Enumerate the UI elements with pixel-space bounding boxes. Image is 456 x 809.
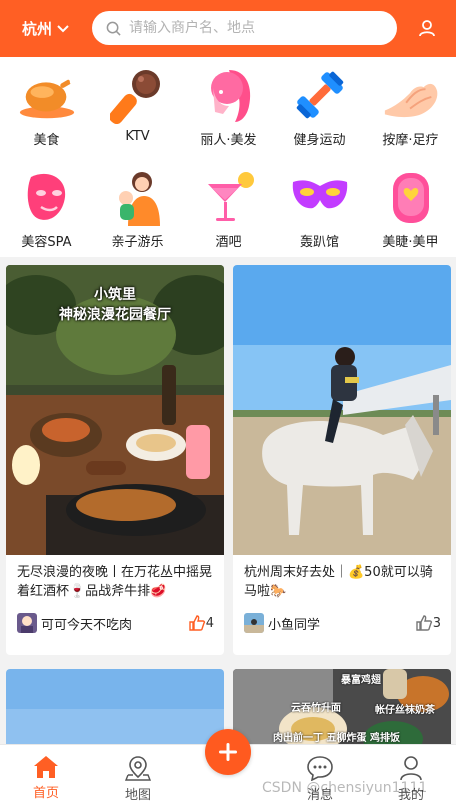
like-button[interactable]: 3: [415, 614, 441, 632]
watermark: CSDN @chensiyun1111: [262, 780, 428, 796]
category-label: 按摩·足疗: [382, 133, 439, 148]
city-label: 杭州: [22, 20, 53, 38]
face-mask-icon: [17, 167, 77, 227]
search-input[interactable]: [129, 20, 379, 36]
category-label: 美容SPA: [21, 235, 72, 250]
category-massage[interactable]: 按摩·足疗: [365, 65, 456, 148]
bottom-tab-bar: 首页 地图 消息 我的: [0, 729, 456, 809]
thumbs-up-icon: [416, 615, 432, 631]
user-icon: [400, 756, 422, 781]
thumbs-up-icon: [189, 615, 205, 631]
category-label: 丽人·美发: [200, 133, 257, 148]
like-count: 4: [205, 615, 214, 631]
avatar[interactable]: [244, 613, 264, 633]
category-spa[interactable]: 美容SPA: [1, 167, 92, 250]
top-header: 杭州: [0, 0, 456, 57]
feed-card-title: 杭州周末好去处｜💰50就可以骑马啦🐎: [244, 565, 433, 599]
like-button[interactable]: 4: [188, 614, 214, 632]
caption-line: 神秘浪漫花园餐厅: [59, 307, 171, 323]
user-icon: [419, 20, 435, 37]
category-family[interactable]: 亲子游乐: [92, 167, 183, 250]
feed-card-footer: 可可今天不吃肉 4: [6, 613, 224, 633]
caption-line: 帐仔丝袜奶茶: [375, 705, 435, 716]
category-label: 美食: [33, 133, 60, 148]
feed-card-image-caption: 小筑里 神秘浪漫花园餐厅: [6, 285, 224, 325]
search-box[interactable]: [92, 11, 397, 45]
feed-card-footer: 小鱼同学 3: [233, 613, 451, 633]
dumbbell-icon: [290, 65, 350, 125]
author-name[interactable]: 小鱼同学: [268, 614, 415, 633]
category-label: 轰趴馆: [299, 235, 339, 250]
city-selector[interactable]: 杭州: [22, 18, 78, 39]
caption-line: 肉出前一丁 五柳炸蛋 鸡排饭: [273, 733, 400, 744]
category-label: 酒吧: [215, 235, 242, 250]
category-fitness[interactable]: 健身运动: [274, 65, 365, 148]
caption-line: 小筑里: [94, 287, 136, 303]
caption-line: 暴富鸡翅: [341, 675, 381, 686]
feed-card-title: 无尽浪漫的夜晚丨在万花丛中摇晃着红酒杯🍷品战斧牛排🥩: [17, 565, 213, 599]
tab-label: 地图: [124, 788, 151, 803]
cocktail-icon: [199, 167, 259, 227]
category-beauty-hair[interactable]: 丽人·美发: [183, 65, 274, 148]
hair-woman-icon: [199, 65, 259, 125]
roast-chicken-icon: [17, 65, 77, 125]
caption-line: 云吞竹升面: [291, 703, 341, 714]
chat-bubble-icon: [307, 756, 333, 781]
category-ktv[interactable]: KTV: [92, 65, 183, 144]
plus-icon: [219, 743, 237, 761]
add-post-button[interactable]: [205, 729, 251, 775]
feed-card-image: [233, 265, 451, 555]
chevron-down-icon: [57, 24, 69, 32]
author-name[interactable]: 可可今天不吃肉: [41, 614, 188, 633]
category-bar[interactable]: 酒吧: [183, 167, 274, 250]
like-count: 3: [432, 615, 441, 631]
category-grid: 美食 KTV 丽人·美发 健身运动 按摩·足疗 美容SPA 亲子游乐 酒吧 轰趴…: [0, 57, 456, 257]
category-party[interactable]: 轰趴馆: [274, 167, 365, 250]
map-pin-icon: [125, 756, 151, 781]
user-button[interactable]: [416, 17, 438, 39]
feed-card[interactable]: 杭州周末好去处｜💰50就可以骑马啦🐎 小鱼同学 3: [233, 265, 451, 655]
category-label: 美睫·美甲: [382, 235, 439, 250]
home-icon: [34, 756, 58, 778]
feed-card[interactable]: 小筑里 神秘浪漫花园餐厅 无尽浪漫的夜晚丨在万花丛中摇晃着红酒杯🍷品战斧牛排🥩 …: [6, 265, 224, 655]
avatar[interactable]: [17, 613, 37, 633]
feed-card-image: 小筑里 神秘浪漫花园餐厅: [6, 265, 224, 555]
microphone-icon: [108, 65, 168, 125]
tab-label: 首页: [32, 786, 59, 801]
search-icon: [106, 21, 121, 36]
category-label: 亲子游乐: [111, 235, 164, 250]
nail-icon: [381, 167, 441, 227]
category-label: 健身运动: [293, 133, 346, 148]
category-food[interactable]: 美食: [1, 65, 92, 148]
tab-map[interactable]: 地图: [108, 755, 168, 803]
massage-hand-icon: [381, 65, 441, 125]
category-label: KTV: [125, 129, 150, 144]
tab-home[interactable]: 首页: [16, 755, 76, 801]
party-mask-icon: [290, 167, 350, 227]
parent-child-icon: [108, 167, 168, 227]
category-nail[interactable]: 美睫·美甲: [365, 167, 456, 250]
